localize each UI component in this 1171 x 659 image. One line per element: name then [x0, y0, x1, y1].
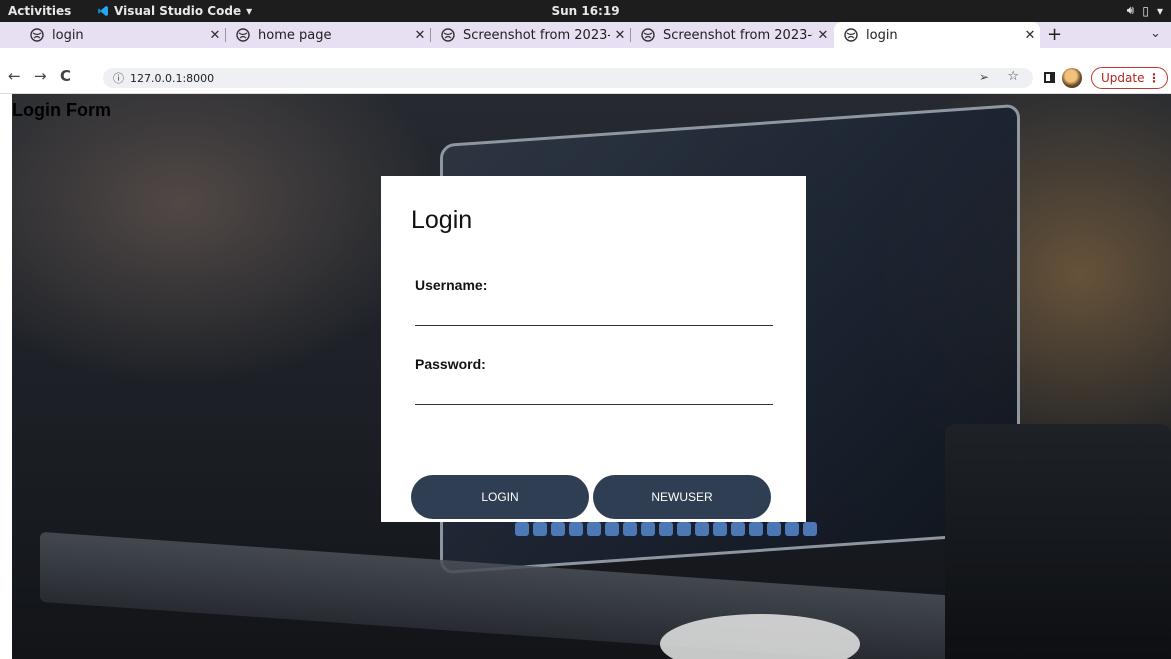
page-content: Login Form Login Username: Password: LOG… [0, 94, 1171, 659]
password-label: Password: [415, 356, 486, 372]
side-panel-icon[interactable] [1044, 72, 1055, 83]
forward-icon[interactable]: → [34, 67, 47, 85]
more-menu-icon: ⋮ [1148, 71, 1160, 85]
send-tab-icon[interactable]: ➢ [979, 70, 989, 84]
chevron-down-icon: ▾ [1156, 3, 1163, 18]
tab-home-page[interactable]: home page ✕ [226, 22, 430, 48]
username-input[interactable] [415, 300, 773, 326]
globe-icon [641, 28, 655, 42]
tab-strip: login ✕ home page ✕ Screenshot from 2023… [0, 22, 1171, 48]
page-heading: Login Form [12, 100, 111, 120]
page-left-edge [0, 94, 12, 659]
update-button[interactable]: Update ⋮ [1091, 67, 1168, 89]
tab-login[interactable]: login ✕ [20, 22, 225, 48]
close-icon[interactable]: ✕ [205, 28, 225, 43]
volume-icon: 🔊︎ [1126, 3, 1135, 17]
tab-search-chevron-icon[interactable]: ⌄ [1150, 26, 1161, 41]
new-tab-button[interactable]: + [1047, 24, 1062, 45]
address-bar[interactable]: ⓘ 127.0.0.1:8000 ➢ ☆ [103, 68, 1033, 88]
tab-title: Screenshot from 2023-04- [663, 27, 813, 43]
login-title: Login [411, 206, 473, 234]
clock[interactable]: Sun 16:19 [0, 4, 1171, 18]
url-text: 127.0.0.1:8000 [130, 71, 215, 85]
globe-icon [236, 28, 250, 42]
globe-icon [441, 28, 455, 42]
reload-icon[interactable]: C [60, 67, 71, 85]
tab-title: login [866, 27, 898, 43]
background-cup [945, 424, 1171, 659]
login-form: Login Username: Password: LOGIN NEWUSER [381, 176, 806, 522]
close-icon[interactable]: ✕ [610, 28, 630, 43]
system-top-bar: Activities Visual Studio Code ▾ Sun 16:1… [0, 0, 1171, 22]
globe-icon [844, 28, 858, 42]
close-icon[interactable]: ✕ [410, 28, 430, 43]
info-icon[interactable]: ⓘ [113, 70, 124, 86]
password-input[interactable] [415, 379, 773, 405]
profile-avatar[interactable] [1062, 68, 1082, 88]
background-dock [515, 522, 845, 536]
battery-icon: ▯ [1142, 3, 1149, 18]
globe-icon [30, 28, 44, 42]
close-icon[interactable]: ✕ [1020, 28, 1040, 43]
back-icon[interactable]: ← [8, 67, 21, 85]
login-button[interactable]: LOGIN [411, 475, 589, 519]
tab-title: Screenshot from 2023-04- [463, 27, 610, 43]
update-label: Update [1101, 71, 1145, 85]
tab-login-active[interactable]: login ✕ [834, 22, 1040, 48]
tab-title: home page [258, 27, 332, 43]
username-label: Username: [415, 277, 488, 293]
browser-toolbar: ← → C ⓘ 127.0.0.1:8000 ➢ ☆ Update ⋮ [0, 48, 1171, 94]
tab-title: login [52, 27, 84, 43]
newuser-button[interactable]: NEWUSER [593, 475, 771, 519]
tab-screenshot-2[interactable]: Screenshot from 2023-04- ✕ [631, 22, 833, 48]
system-tray[interactable]: 🔊︎ ▯ ▾ [1127, 3, 1163, 18]
bookmark-star-icon[interactable]: ☆ [1007, 69, 1019, 84]
close-icon[interactable]: ✕ [813, 28, 833, 43]
tab-screenshot-1[interactable]: Screenshot from 2023-04- ✕ [431, 22, 630, 48]
